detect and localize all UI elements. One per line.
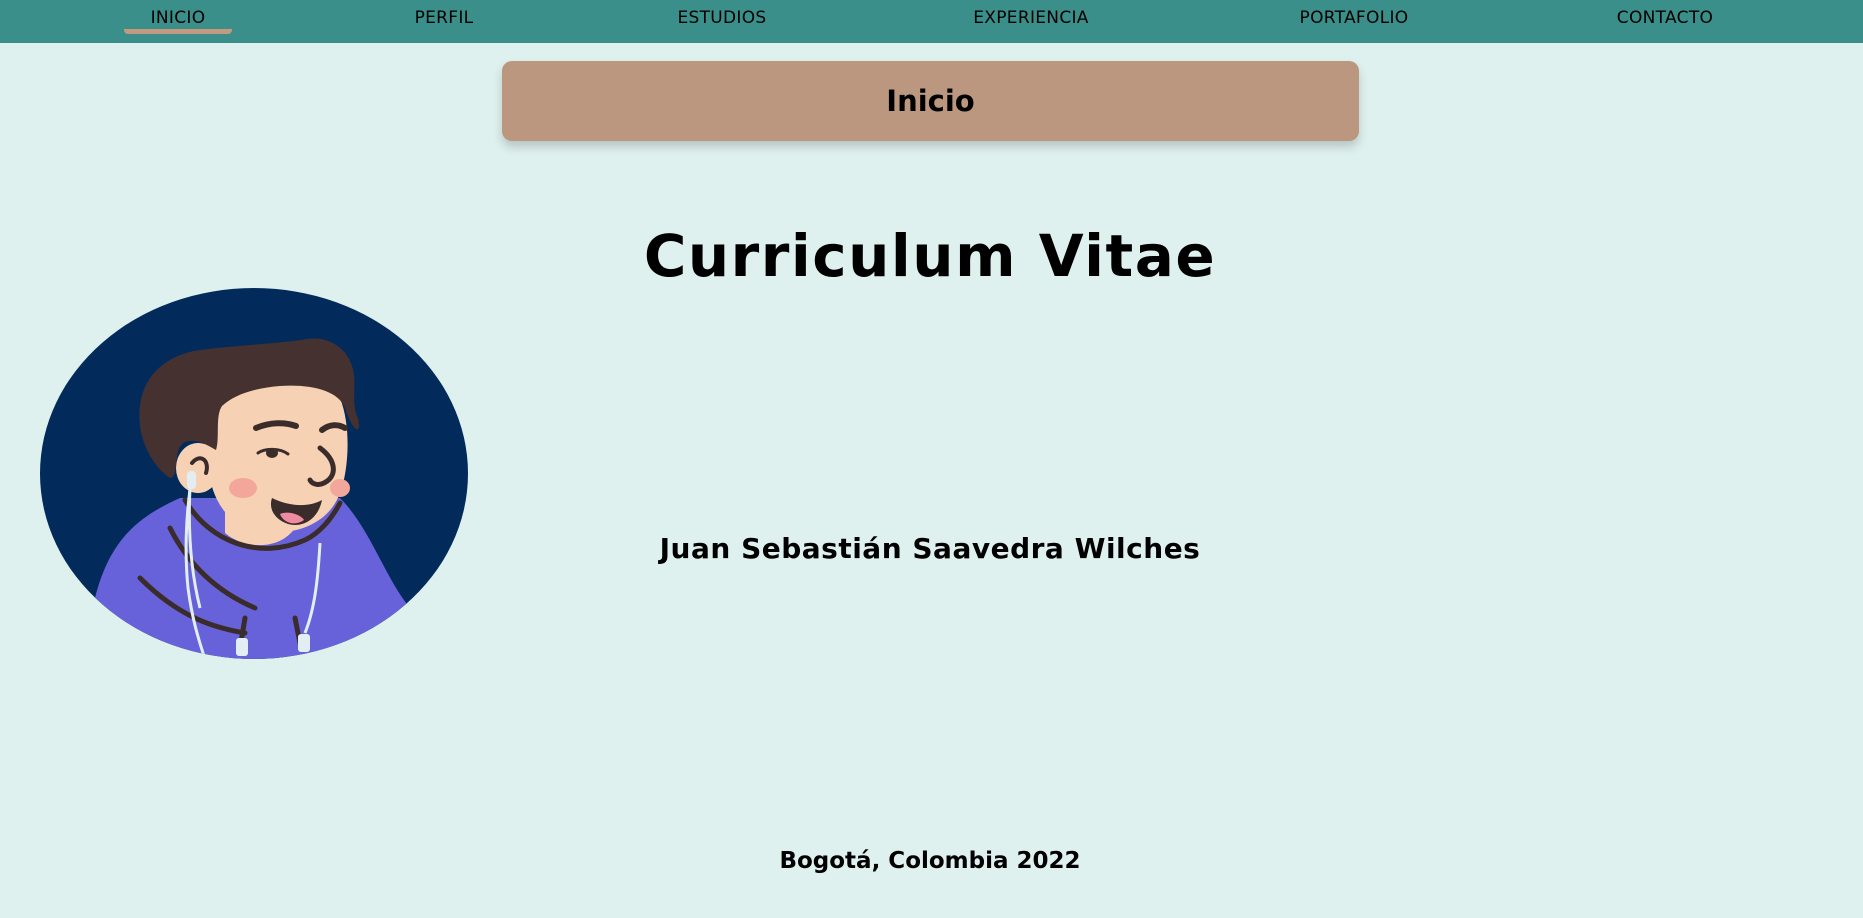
nav-item-portafolio[interactable]: PORTAFOLIO — [1300, 0, 1409, 36]
page: INICIO PERFIL ESTUDIOS EXPERIENCIA PORTA… — [0, 0, 1863, 918]
nav-item-estudios[interactable]: ESTUDIOS — [677, 0, 766, 36]
section-title: Inicio — [886, 84, 975, 118]
person-name: Juan Sebastián Saavedra Wilches — [659, 532, 1201, 565]
nav-item-contacto[interactable]: CONTACTO — [1617, 0, 1713, 36]
avatar-illustration — [40, 288, 468, 659]
section-banner: Inicio — [502, 61, 1359, 141]
nav-active-indicator — [124, 29, 232, 34]
nav-item-experiencia[interactable]: EXPERIENCIA — [973, 0, 1088, 36]
nav-item-perfil[interactable]: PERFIL — [415, 0, 474, 36]
footer-location-year: Bogotá, Colombia 2022 — [779, 848, 1081, 874]
page-title: Curriculum Vitae — [643, 222, 1217, 290]
top-navbar: INICIO PERFIL ESTUDIOS EXPERIENCIA PORTA… — [0, 0, 1863, 43]
